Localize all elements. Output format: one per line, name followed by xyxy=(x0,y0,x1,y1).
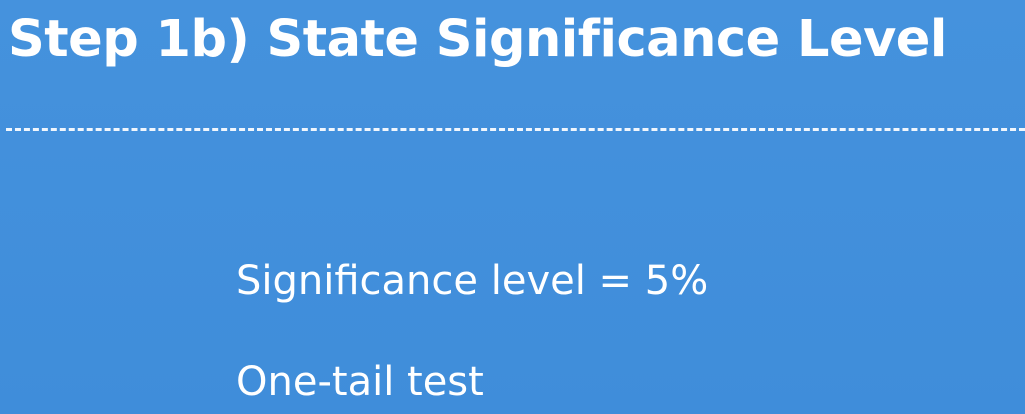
slide-title: Step 1b) State Significance Level xyxy=(8,10,947,69)
significance-level-text: Significance level = 5% xyxy=(236,258,709,304)
slide: Step 1b) State Significance Level Signif… xyxy=(0,0,1025,414)
test-type-text: One-tail test xyxy=(236,359,484,405)
dashed-divider xyxy=(6,128,1025,131)
